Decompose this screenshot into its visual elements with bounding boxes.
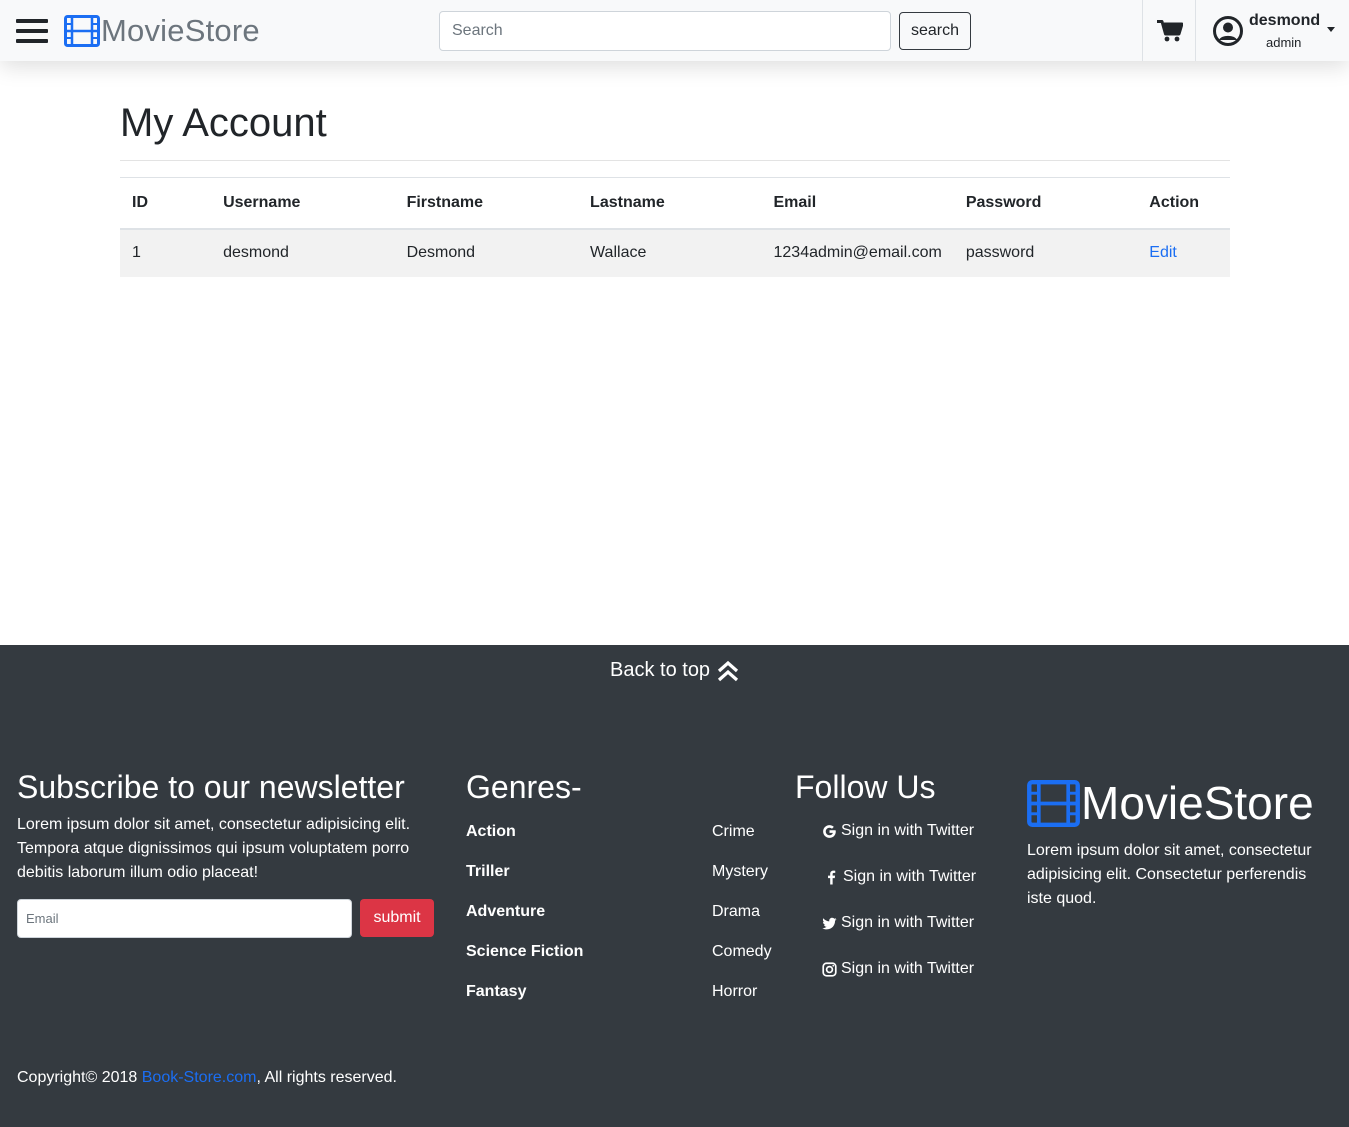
genre-link-mystery[interactable]: Mystery <box>712 860 772 900</box>
double-chevron-up-icon <box>717 660 739 681</box>
footer-brand-text: Lorem ipsum dolor sit amet, consectetur … <box>1027 842 1312 907</box>
social-link-google[interactable]: Sign in with Twitter <box>822 819 974 843</box>
instagram-icon <box>822 961 837 977</box>
cell-password: password <box>953 228 1138 277</box>
column-header-id: ID <box>120 177 212 230</box>
copyright: Copyright© 2018 Book-Store.com, All righ… <box>17 1069 397 1087</box>
social-link-label: Sign in with Twitter <box>841 960 975 977</box>
user-name: desmond <box>1249 12 1321 29</box>
user-menu[interactable]: desmond admin <box>1211 10 1341 54</box>
cell-lastname: Wallace <box>578 228 762 277</box>
google-icon <box>823 824 836 838</box>
chevron-down-icon <box>1327 27 1335 32</box>
newsletter-email-input[interactable] <box>17 899 352 938</box>
newsletter-text: Lorem ipsum dolor sit amet, consectetur … <box>17 816 411 881</box>
user-role: admin <box>1266 35 1302 50</box>
edit-link[interactable]: Edit <box>1149 244 1177 261</box>
search-input[interactable] <box>439 11 891 51</box>
column-header-action: Action <box>1137 177 1230 230</box>
film-icon <box>1027 779 1080 827</box>
cell-username: desmond <box>211 228 395 277</box>
genre-link-crime[interactable]: Crime <box>712 820 772 860</box>
nav-divider <box>1142 0 1143 61</box>
navbar: MovieStore search desmond admin <box>0 0 1349 61</box>
genre-link-adventure[interactable]: Adventure <box>466 900 583 940</box>
column-header-firstname: Firstname <box>394 177 579 230</box>
column-header-lastname: Lastname <box>578 177 762 230</box>
user-circle-icon <box>1213 16 1243 46</box>
newsletter-submit-button[interactable]: submit <box>360 899 434 937</box>
cell-firstname: Desmond <box>394 228 579 277</box>
footer-brand-logo[interactable]: MovieStore <box>1027 778 1314 828</box>
genre-list: Action Triller Adventure Science Fiction… <box>466 820 583 1020</box>
genre-list: Crime Mystery Drama Comedy Horror <box>712 820 772 1020</box>
social-link-label: Sign in with Twitter <box>841 914 975 931</box>
divider <box>120 160 1230 161</box>
social-link-instagram[interactable]: Sign in with Twitter <box>822 957 974 981</box>
social-link-facebook[interactable]: Sign in with Twitter <box>824 865 976 889</box>
column-header-username: Username <box>211 177 395 230</box>
genre-link-comedy[interactable]: Comedy <box>712 940 772 980</box>
copyright-link[interactable]: Book-Store.com <box>142 1069 257 1086</box>
menu-icon[interactable] <box>16 19 48 43</box>
social-link-label: Sign in with Twitter <box>843 868 977 885</box>
genre-link-fantasy[interactable]: Fantasy <box>466 980 583 1020</box>
cart-icon[interactable] <box>1157 20 1184 42</box>
newsletter-title: Subscribe to our newsletter <box>17 769 405 805</box>
brand-logo[interactable]: MovieStore <box>64 14 260 48</box>
column-header-email: Email <box>761 177 954 230</box>
genre-link-science-fiction[interactable]: Science Fiction <box>466 940 583 980</box>
cell-action: Edit <box>1137 228 1230 277</box>
social-link-label: Sign in with Twitter <box>841 822 975 839</box>
cell-id: 1 <box>120 228 212 277</box>
genre-link-horror[interactable]: Horror <box>712 980 772 1020</box>
page-title: My Account <box>120 101 327 145</box>
footer-brand-name: MovieStore <box>1081 777 1314 829</box>
genres-title: Genres- <box>466 769 582 805</box>
follow-title: Follow Us <box>795 769 936 805</box>
twitter-icon <box>822 917 837 929</box>
genre-link-drama[interactable]: Drama <box>712 900 772 940</box>
film-icon <box>64 15 100 47</box>
genre-link-triller[interactable]: Triller <box>466 860 583 900</box>
column-header-password: Password <box>953 177 1138 230</box>
table-row: 1 desmond Desmond Wallace 1234admin@emai… <box>120 228 1230 277</box>
search-button[interactable]: search <box>899 12 971 50</box>
social-link-twitter[interactable]: Sign in with Twitter <box>822 911 974 935</box>
genre-link-action[interactable]: Action <box>466 820 583 860</box>
facebook-icon <box>828 870 836 885</box>
copyright-prefix: Copyright© 2018 <box>17 1069 142 1086</box>
account-table: ID Username Firstname Lastname Email Pas… <box>120 177 1230 277</box>
back-to-top-label: Back to top <box>610 659 711 681</box>
back-to-top-link[interactable]: Back to top <box>610 659 740 682</box>
brand-name: MovieStore <box>101 13 260 48</box>
copyright-suffix: , All rights reserved. <box>256 1069 397 1086</box>
footer: Back to top Subscribe to our newsletter … <box>0 645 1349 1127</box>
cell-email: 1234admin@email.com <box>761 228 954 277</box>
nav-divider <box>1195 0 1196 61</box>
table-header-row: ID Username Firstname Lastname Email Pas… <box>120 177 1230 230</box>
